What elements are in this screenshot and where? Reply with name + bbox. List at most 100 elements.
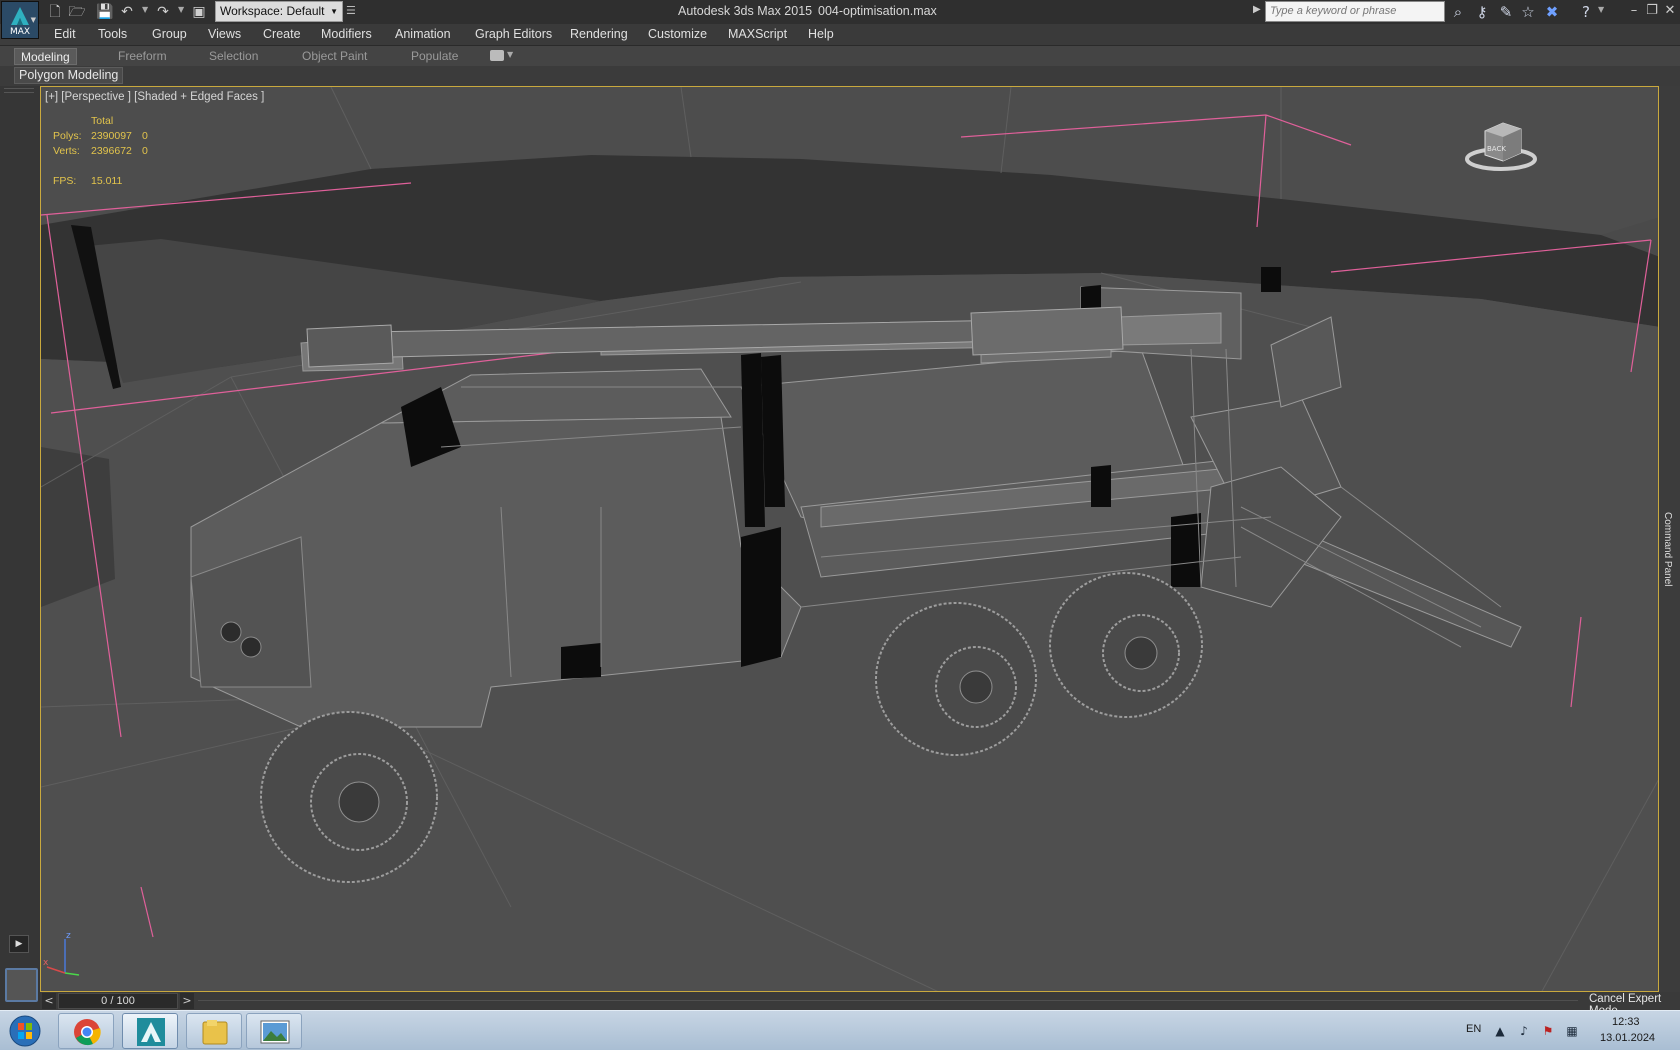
taskbar-image-viewer[interactable] (246, 1013, 302, 1049)
close-icon[interactable]: ✕ (1662, 2, 1678, 20)
search-expand-icon[interactable]: ▶ (1253, 4, 1261, 15)
exchange-x-icon[interactable]: ✖ (1542, 3, 1562, 21)
workspace-label: Workspace: Default (220, 4, 325, 18)
project-folder-icon[interactable]: ▣ (190, 3, 208, 21)
tab-selection[interactable]: Selection (203, 48, 264, 65)
viewcube[interactable]: BACK (1463, 113, 1539, 173)
perspective-viewport[interactable]: [+] [Perspective ] [Shaded + Edged Faces… (40, 86, 1659, 992)
taskbar-3ds-max[interactable] (122, 1013, 178, 1049)
stats-total-header: Total (91, 115, 114, 127)
viewport-layout-thumbnail[interactable] (5, 968, 38, 1002)
axis-tripod: z x (43, 929, 83, 979)
ribbon-tab-bar: Modeling Freeform Selection Object Paint… (0, 45, 1680, 66)
volume-icon[interactable]: ♪ (1516, 1023, 1532, 1039)
menu-modifiers[interactable]: Modifiers (321, 27, 372, 41)
ribbon-options-icon[interactable] (490, 50, 504, 61)
menu-tools[interactable]: Tools (98, 27, 127, 41)
viewport-label-menu[interactable]: [+] [Perspective ] [Shaded + Edged Faces… (45, 91, 264, 103)
binoculars-icon[interactable]: ⌕ (1448, 3, 1468, 21)
divider (4, 92, 34, 93)
time-slider[interactable]: 0 / 100 (58, 993, 178, 1009)
menu-create[interactable]: Create (263, 27, 301, 41)
polygon-modeling-panel[interactable]: Polygon Modeling (14, 67, 124, 84)
minimize-icon[interactable]: – (1626, 2, 1642, 20)
network-icon[interactable]: ▦ (1564, 1023, 1580, 1039)
restore-icon[interactable]: ❐ (1644, 2, 1660, 20)
axis-z-label: z (66, 931, 71, 941)
redo-icon[interactable]: ↷ (154, 3, 172, 21)
action-center-flag-icon[interactable]: ⚑ (1540, 1023, 1556, 1039)
app-menu-dropdown-icon: ▼ (30, 16, 36, 24)
axis-x-label: x (43, 958, 49, 968)
tab-modeling[interactable]: Modeling (14, 48, 77, 65)
time-track (198, 1000, 1578, 1001)
application-button[interactable]: MAX ▼ (1, 1, 39, 39)
scene-geometry (41, 87, 1658, 991)
taskbar-chrome[interactable] (58, 1013, 114, 1049)
windows-taskbar: EN ▲ ♪ ⚑ ▦ 12:33 13.01.2024 (0, 1010, 1680, 1050)
stats-fps-label: FPS: (53, 175, 77, 187)
start-orb-icon[interactable] (6, 1014, 44, 1048)
chevron-down-icon: ▼ (330, 7, 338, 16)
menu-bar: Edit Tools Group Views Create Modifiers … (40, 24, 1680, 45)
folder-icon (202, 1020, 228, 1045)
search-input[interactable]: Type a keyword or phrase (1265, 1, 1445, 22)
menu-views[interactable]: Views (208, 27, 241, 41)
taskbar-explorer[interactable] (186, 1013, 242, 1049)
ribbon-panel: Polygon Modeling (0, 66, 1680, 86)
clock-time[interactable]: 12:33 (1612, 1016, 1640, 1028)
help-icon[interactable]: ? (1576, 3, 1596, 21)
ribbon-options-dropdown-icon[interactable]: ▼ (507, 50, 513, 59)
stats-polys-value: 2390097 (91, 130, 132, 142)
menu-animation[interactable]: Animation (395, 27, 451, 41)
viewcube-icon: BACK (1465, 122, 1537, 171)
favorites-star-icon[interactable]: ☆ (1518, 3, 1538, 21)
time-slider-bar: < 0 / 100 > Cancel Expert Mode (40, 992, 1680, 1017)
app-button-label: MAX (9, 27, 31, 37)
subscription-key-icon[interactable]: ⚷ (1472, 3, 1492, 21)
window-title: Autodesk 3ds Max 2015 (678, 4, 813, 18)
search-placeholder: Type a keyword or phrase (1270, 5, 1397, 17)
title-bar: 🗋 🗁 💾 ↶ ▼ ↷ ▼ ▣ Workspace: Default ▼ ☰ A… (0, 0, 1680, 24)
next-frame-button[interactable]: > (180, 993, 194, 1009)
3ds-max-taskbar-icon (137, 1018, 165, 1046)
tab-freeform[interactable]: Freeform (112, 48, 173, 65)
tab-populate[interactable]: Populate (405, 48, 464, 65)
viewcube-label: BACK (1487, 145, 1506, 153)
open-file-icon[interactable]: 🗁 (68, 3, 86, 21)
menu-customize[interactable]: Customize (648, 27, 707, 41)
language-indicator[interactable]: EN (1466, 1023, 1481, 1035)
stats-polys-label: Polys: (53, 130, 82, 142)
new-file-icon[interactable]: 🗋 (46, 3, 64, 21)
axis-tripod-icon: z x (43, 931, 80, 976)
file-name: 004-optimisation.max (818, 4, 937, 18)
undo-dropdown-icon[interactable]: ▼ (142, 5, 148, 14)
menu-group[interactable]: Group (152, 27, 187, 41)
show-hidden-icons-icon[interactable]: ▲ (1492, 1023, 1508, 1039)
workspace-dropdown[interactable]: Workspace: Default ▼ (215, 1, 343, 22)
divider (4, 88, 34, 89)
menu-edit[interactable]: Edit (54, 27, 76, 41)
communication-center-icon[interactable]: ✎ (1496, 3, 1516, 21)
play-animation-button[interactable]: ▶ (9, 935, 29, 953)
menu-rendering[interactable]: Rendering (570, 27, 628, 41)
previous-frame-button[interactable]: < (42, 993, 56, 1009)
stats-polys-selected: 0 (142, 130, 148, 142)
undo-icon[interactable]: ↶ (118, 3, 136, 21)
customize-quick-access-icon[interactable]: ☰ (346, 4, 356, 17)
left-toolbar-strip (0, 86, 40, 1010)
menu-maxscript[interactable]: MAXScript (728, 27, 787, 41)
image-viewer-icon (260, 1020, 290, 1044)
command-panel-tab[interactable]: Command Panel (1662, 512, 1673, 586)
tab-object-paint[interactable]: Object Paint (296, 48, 373, 65)
clock-date[interactable]: 13.01.2024 (1600, 1032, 1655, 1044)
3ds-max-logo-icon (11, 7, 29, 25)
help-dropdown-icon[interactable]: ▼ (1598, 5, 1604, 14)
save-icon[interactable]: 💾 (96, 3, 114, 21)
chrome-icon (74, 1019, 101, 1046)
stats-verts-label: Verts: (53, 145, 80, 157)
menu-help[interactable]: Help (808, 27, 834, 41)
menu-graph-editors[interactable]: Graph Editors (475, 27, 552, 41)
redo-dropdown-icon[interactable]: ▼ (178, 5, 184, 14)
stats-fps-value: 15.011 (91, 175, 123, 187)
